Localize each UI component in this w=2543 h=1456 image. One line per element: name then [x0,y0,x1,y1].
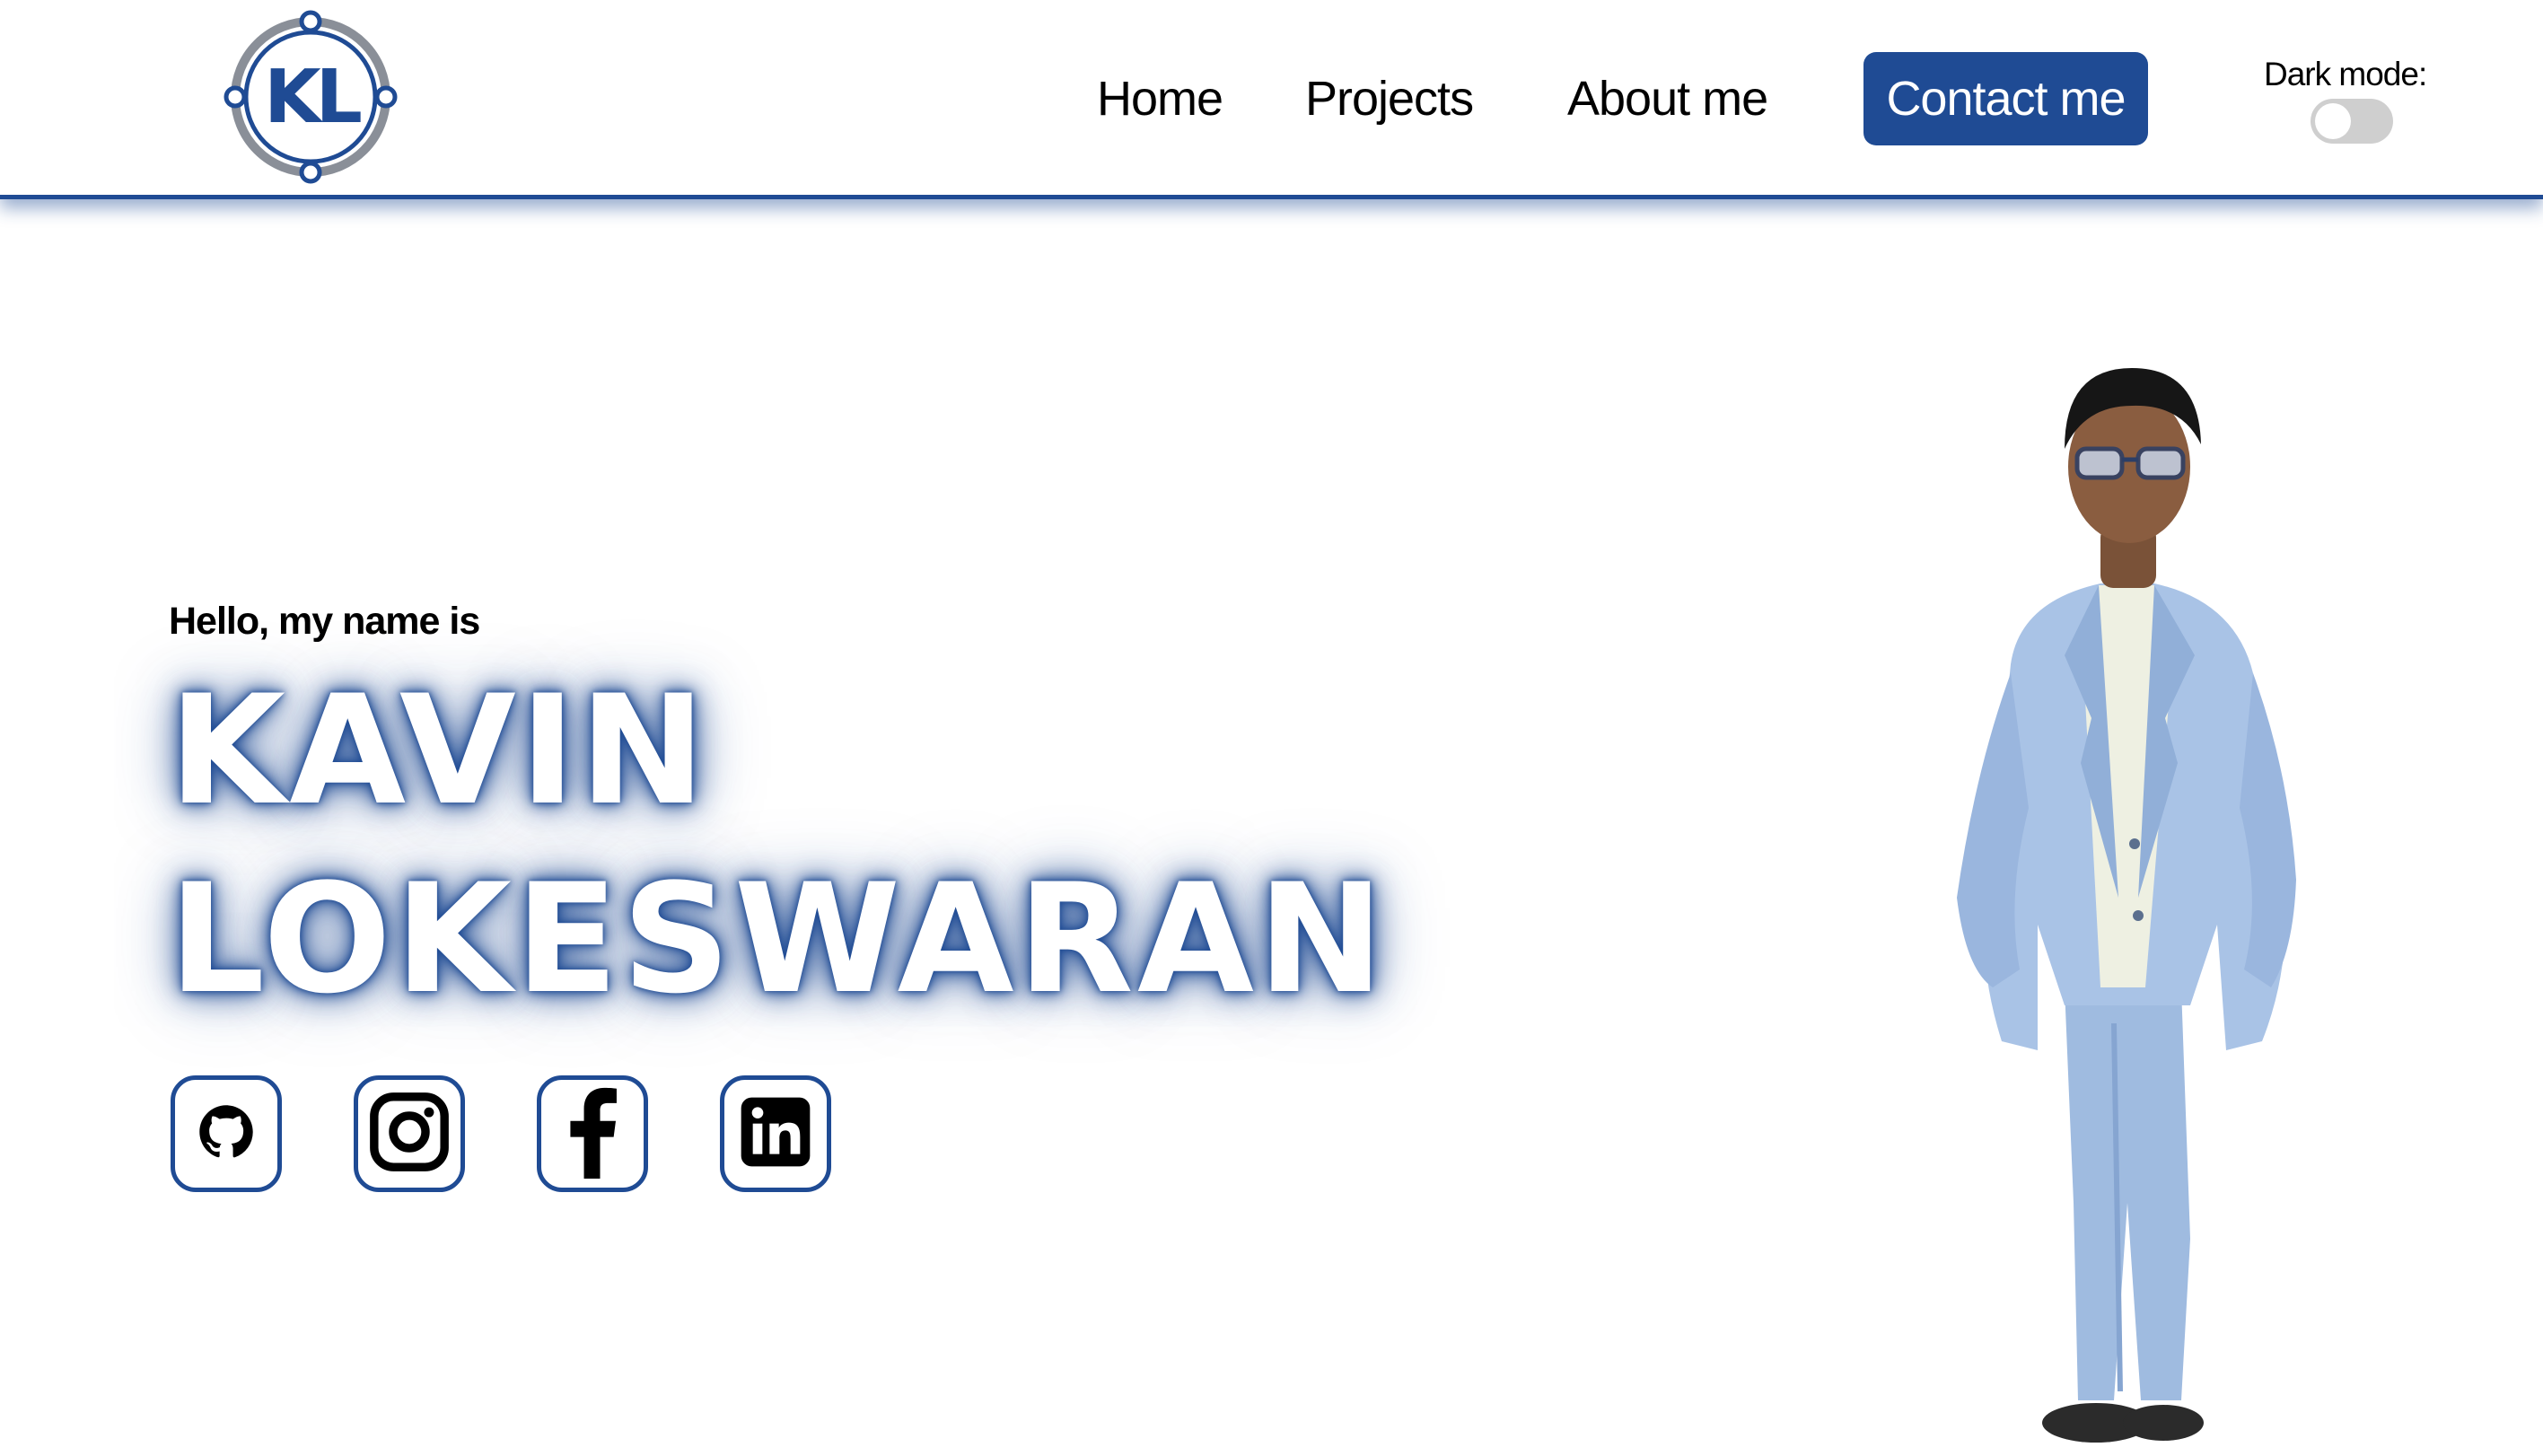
toggle-knob [2315,103,2351,139]
dark-mode-toggle[interactable] [2311,99,2393,144]
nav-projects[interactable]: Projects [1305,52,1474,145]
hero-last-name: LOKESWARAN [169,851,1388,1027]
dark-mode-label: Dark mode: [2264,56,2427,92]
nav-about-me[interactable]: About me [1567,52,1768,145]
linkedin-button[interactable] [720,1075,831,1192]
facebook-icon [566,1085,619,1183]
nav-home[interactable]: Home [1097,52,1223,145]
github-button[interactable] [171,1075,282,1192]
facebook-button[interactable] [537,1075,648,1192]
logo-text: KL [264,55,362,140]
kl-logo[interactable]: KL [221,7,400,187]
contact-me-button[interactable]: Contact me [1863,52,2148,145]
instagram-icon [367,1090,452,1179]
linkedin-icon [740,1096,811,1172]
hero-first-name: KAVIN [169,662,709,838]
hero-greeting: Hello, my name is [169,600,480,643]
site-header: KL Home Projects About me Contact me Dar… [0,0,2543,199]
portrait-photo [1885,341,2388,1456]
github-icon [198,1104,254,1164]
instagram-button[interactable] [354,1075,465,1192]
